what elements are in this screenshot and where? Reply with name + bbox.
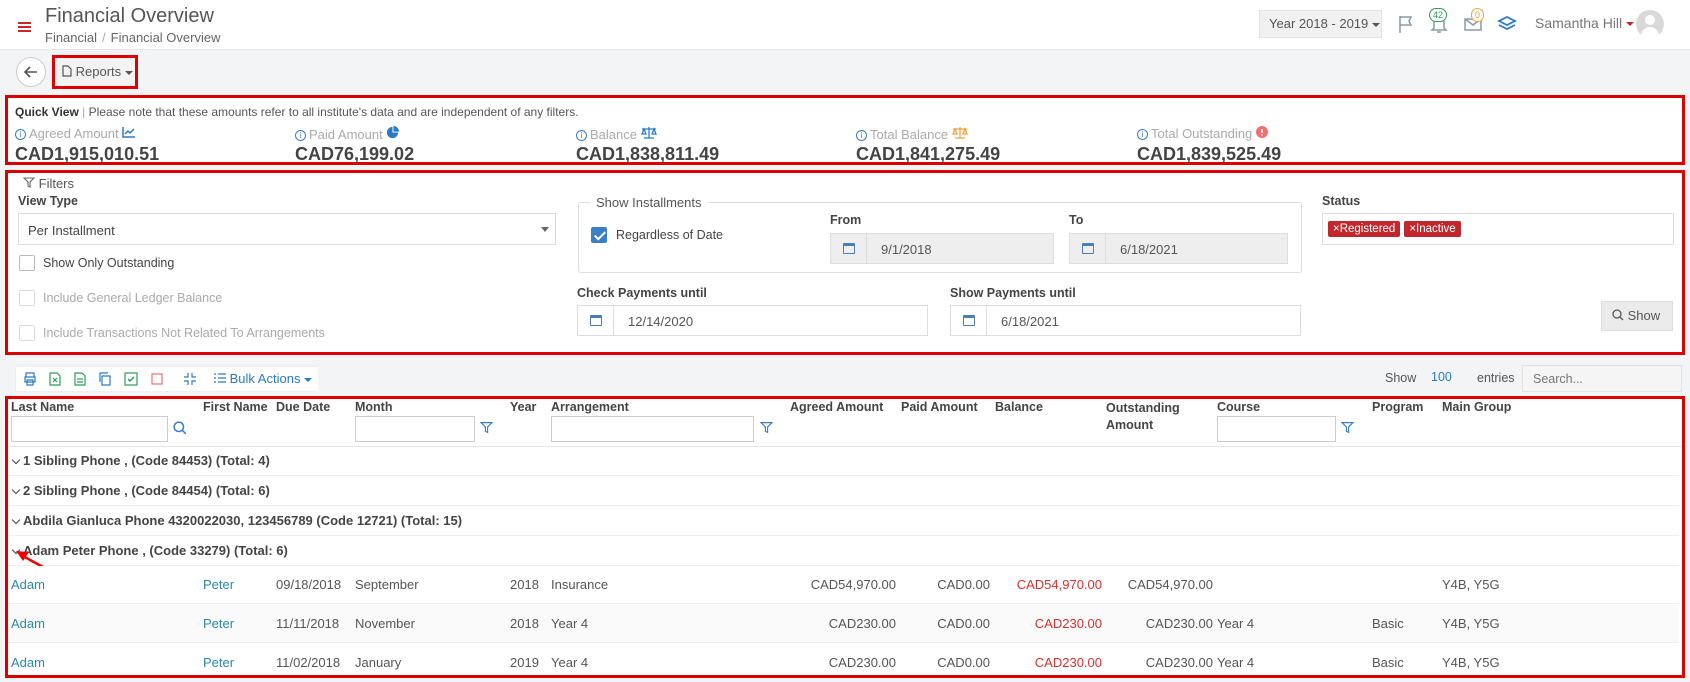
chevron-down-icon: [1372, 22, 1381, 27]
status-tag-registered[interactable]: ×Registered: [1328, 221, 1401, 237]
include-transactions-checkbox[interactable]: [19, 325, 35, 341]
show-only-outstanding-label: Show Only Outstanding: [43, 256, 175, 270]
scale-orange-icon: [951, 127, 968, 139]
show-button[interactable]: Show: [1601, 301, 1673, 331]
view-type-select[interactable]: Per Installment: [18, 213, 556, 245]
app-header: Financial Overview Financial / Financial O…: [0, 0, 1690, 50]
hamburger-menu-icon[interactable]: [18, 22, 31, 32]
table-highlight: [5, 396, 1685, 678]
include-transactions-label: Include Transactions Not Related To Arra…: [43, 326, 325, 340]
check-payments-input[interactable]: 12/14/2020: [577, 305, 928, 336]
breadcrumb-financial[interactable]: Financial: [45, 30, 97, 45]
show-payments-label: Show Payments until: [950, 286, 1076, 300]
scale-icon: [640, 127, 657, 139]
qv-total-balance: i Total Balance CAD1,841,275.49: [856, 127, 1001, 164]
regardless-of-date-checkbox[interactable]: [591, 227, 607, 243]
calendar-icon[interactable]: [951, 306, 987, 335]
info-icon: i: [15, 129, 26, 141]
breadcrumb-separator: /: [102, 30, 106, 45]
include-gl-label: Include General Ledger Balance: [43, 291, 223, 305]
entries-label: entries: [1477, 371, 1515, 385]
page-title: Financial Overview: [45, 5, 214, 27]
notifications-badge: 42: [1429, 8, 1448, 22]
flag-icon[interactable]: [1395, 13, 1417, 35]
select-all-icon[interactable]: [124, 372, 138, 386]
print-icon[interactable]: [23, 372, 37, 386]
show-entries-label: Show: [1385, 371, 1417, 385]
back-button[interactable]: [16, 57, 46, 87]
collapse-icon[interactable]: [183, 372, 197, 386]
include-gl-checkbox[interactable]: [19, 290, 35, 306]
chevron-down-icon: [541, 227, 549, 232]
deselect-icon[interactable]: [150, 372, 164, 386]
from-label: From: [830, 213, 862, 227]
pie-chart-icon: [387, 126, 400, 139]
qv-balance: i Balance CAD1,838,811.49: [576, 127, 720, 164]
copy-icon[interactable]: [98, 372, 112, 386]
qv-agreed-amount: i Agreed Amount CAD1,915,010.51: [15, 126, 160, 164]
info-icon: i: [856, 130, 867, 142]
show-payments-input[interactable]: 6/18/2021: [950, 305, 1301, 336]
messages-badge: 0: [1471, 8, 1485, 22]
calendar-icon[interactable]: [1070, 234, 1106, 263]
search-icon: [1612, 309, 1624, 321]
calendar-icon[interactable]: [831, 234, 867, 263]
excel-icon[interactable]: [49, 372, 61, 386]
status-multiselect[interactable]: ×Registered ×Inactive: [1322, 213, 1674, 245]
chevron-down-icon: [1626, 22, 1635, 27]
info-icon: i: [1137, 129, 1148, 141]
filter-icon: [22, 177, 36, 188]
table-search-input[interactable]: [1522, 365, 1682, 392]
status-label: Status: [1322, 194, 1361, 208]
chevron-down-icon: [125, 70, 134, 75]
avatar[interactable]: [1636, 10, 1664, 38]
breadcrumb: Financial / Financial Overview: [45, 30, 220, 45]
chart-line-icon: [122, 127, 136, 138]
list-icon: [214, 373, 226, 383]
entries-select[interactable]: 100: [1431, 370, 1452, 384]
show-installments-legend: Show Installments: [590, 195, 708, 210]
chevron-down-icon: [304, 377, 313, 382]
layers-icon[interactable]: [1496, 13, 1518, 35]
check-payments-label: Check Payments until: [577, 286, 707, 300]
to-date-input[interactable]: 6/18/2021: [1069, 233, 1288, 264]
filters-title: Filters: [22, 176, 74, 191]
page-toolbar: [0, 51, 1690, 93]
year-selector[interactable]: Year 2018 - 2019: [1259, 10, 1382, 38]
arrow-left-icon: [23, 66, 37, 78]
view-type-label: View Type: [18, 194, 78, 208]
quick-view-note: Please note that these amounts refer to …: [88, 105, 579, 119]
to-label: To: [1069, 213, 1084, 227]
bulk-actions-button[interactable]: Bulk Actions: [206, 367, 318, 391]
breadcrumb-current: Financial Overview: [110, 30, 221, 45]
regardless-of-date-label: Regardless of Date: [616, 228, 724, 242]
show-only-outstanding-checkbox[interactable]: [19, 255, 35, 271]
user-menu[interactable]: Samantha Hill: [1535, 15, 1635, 31]
csv-icon[interactable]: [74, 372, 86, 386]
from-date-input[interactable]: 9/1/2018: [830, 233, 1054, 264]
qv-paid-amount: i Paid Amount CAD76,199.02: [295, 126, 415, 164]
info-icon: i: [576, 130, 587, 142]
file-icon: [62, 65, 72, 77]
reports-button[interactable]: Reports: [52, 55, 138, 89]
alert-icon: [1255, 126, 1268, 138]
qv-total-outstanding: i Total Outstanding CAD1,839,525.49: [1137, 126, 1282, 164]
quick-view-header: Quick View | Please note that these amou…: [15, 105, 579, 119]
info-icon: i: [295, 130, 306, 142]
status-tag-inactive[interactable]: ×Inactive: [1404, 221, 1461, 237]
calendar-icon[interactable]: [578, 306, 614, 335]
